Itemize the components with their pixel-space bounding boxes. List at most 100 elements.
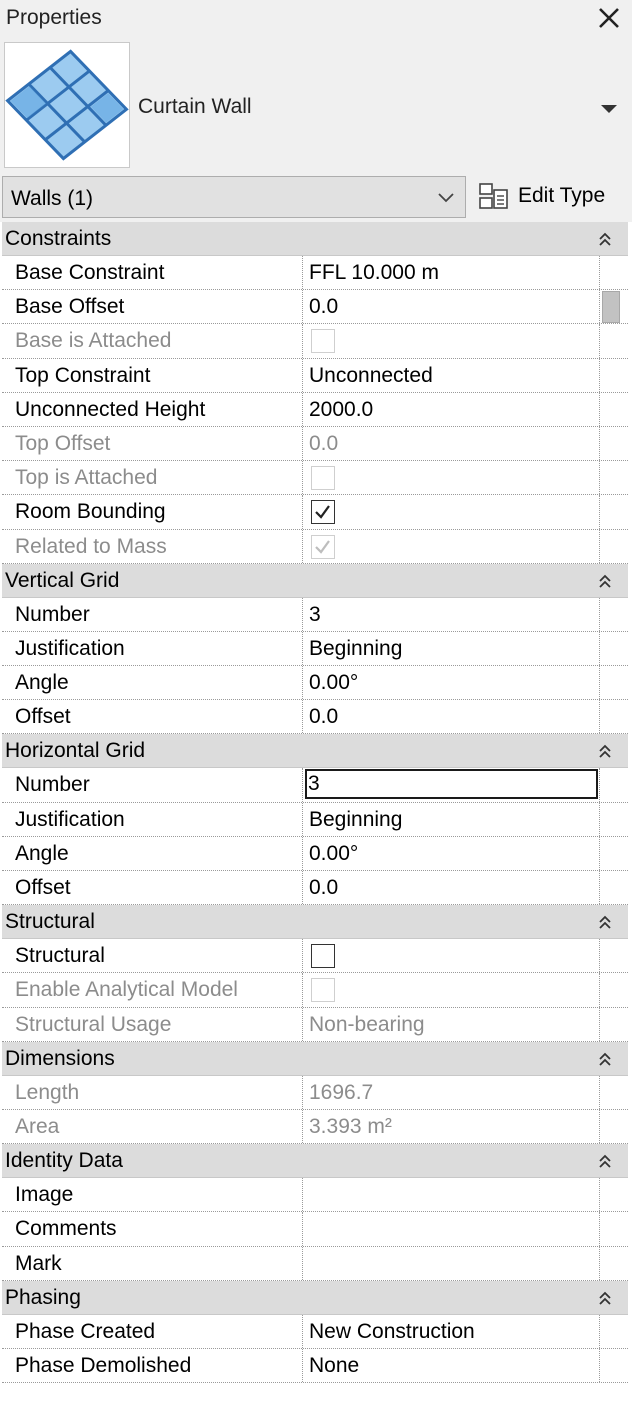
group-label: Identity Data bbox=[5, 1149, 123, 1173]
group-header[interactable]: Constraints bbox=[2, 222, 628, 256]
property-name: Number bbox=[2, 597, 303, 631]
property-value[interactable]: Unconnected bbox=[303, 358, 600, 392]
property-row: Related to Mass bbox=[2, 529, 628, 564]
property-value[interactable]: 0.00° bbox=[303, 836, 600, 870]
properties-grid: Constraints Base Constraint FFL 10.000 m Ba… bbox=[2, 222, 628, 1384]
property-row[interactable]: Angle 0.00° bbox=[2, 666, 628, 701]
checkbox bbox=[311, 978, 335, 1003]
property-row[interactable]: Mark bbox=[2, 1246, 628, 1281]
family-type-name: Curtain Wall bbox=[138, 95, 252, 118]
checkbox[interactable] bbox=[311, 944, 335, 969]
panel-title: Properties bbox=[6, 6, 102, 29]
property-name: Top Offset bbox=[2, 426, 303, 461]
property-row[interactable]: Phase Created New Construction bbox=[2, 1314, 628, 1349]
close-icon[interactable] bbox=[596, 4, 622, 32]
property-value[interactable] bbox=[303, 1246, 600, 1280]
property-name: Phase Demolished bbox=[2, 1348, 303, 1383]
property-value[interactable]: New Construction bbox=[303, 1314, 600, 1348]
property-row: Top is Attached bbox=[2, 461, 628, 496]
property-value bbox=[303, 461, 600, 495]
property-row[interactable]: Number 3 bbox=[2, 597, 628, 632]
group-label: Phasing bbox=[5, 1285, 81, 1309]
category-filter-select[interactable]: Walls (1) bbox=[2, 176, 466, 218]
property-name: Justification bbox=[2, 802, 303, 836]
property-row[interactable]: Number bbox=[2, 768, 628, 803]
group-header[interactable]: Phasing bbox=[2, 1280, 628, 1315]
property-row: Base is Attached bbox=[2, 324, 628, 359]
collapse-chevrons-icon[interactable] bbox=[598, 231, 612, 247]
property-name: Phase Created bbox=[2, 1314, 303, 1348]
group-header[interactable]: Vertical Grid bbox=[2, 563, 628, 598]
property-name: Top is Attached bbox=[2, 461, 303, 495]
number-input[interactable] bbox=[305, 769, 598, 800]
group-header[interactable]: Identity Data bbox=[2, 1144, 628, 1179]
property-name: Angle bbox=[2, 666, 303, 700]
property-value[interactable]: 0.00° bbox=[303, 666, 600, 700]
property-row[interactable]: Structural bbox=[2, 939, 628, 974]
type-dropdown-arrow-icon[interactable] bbox=[600, 102, 618, 114]
property-value[interactable]: 2000.0 bbox=[303, 392, 600, 426]
property-row[interactable]: Image bbox=[2, 1178, 628, 1213]
property-name: Angle bbox=[2, 836, 303, 870]
group-header[interactable]: Horizontal Grid bbox=[2, 734, 628, 769]
property-value: 1696.7 bbox=[303, 1075, 600, 1109]
chevron-down-icon bbox=[437, 191, 455, 205]
properties-scrollbar[interactable] bbox=[600, 255, 626, 1385]
property-name: Justification bbox=[2, 631, 303, 666]
property-value: 0.0 bbox=[303, 426, 600, 461]
property-name: Top Constraint bbox=[2, 358, 303, 392]
property-row[interactable]: Base Offset 0.0 bbox=[2, 290, 628, 325]
property-value bbox=[303, 973, 600, 1007]
property-value[interactable]: None bbox=[303, 1348, 600, 1383]
property-row[interactable]: Justification Beginning bbox=[2, 631, 628, 667]
property-value[interactable]: 0.0 bbox=[303, 290, 600, 324]
group-label: Structural bbox=[5, 910, 95, 934]
checkbox bbox=[311, 329, 335, 354]
group-header[interactable]: Structural bbox=[2, 905, 628, 940]
checkbox bbox=[311, 534, 335, 559]
scrollbar-thumb[interactable] bbox=[602, 291, 620, 323]
property-row[interactable]: Angle 0.00° bbox=[2, 836, 628, 871]
group-label: Constraints bbox=[5, 227, 112, 250]
group-label: Dimensions bbox=[5, 1046, 115, 1070]
edit-type-button[interactable]: Edit Type bbox=[474, 176, 630, 218]
edit-type-label: Edit Type bbox=[518, 184, 606, 207]
property-row[interactable]: Offset 0.0 bbox=[2, 871, 628, 906]
property-name: Room Bounding bbox=[2, 495, 303, 529]
property-value[interactable]: Beginning bbox=[303, 802, 600, 836]
group-label: Vertical Grid bbox=[5, 568, 120, 592]
property-value[interactable]: 0.0 bbox=[303, 700, 600, 734]
property-value[interactable] bbox=[303, 1178, 600, 1212]
property-name: Image bbox=[2, 1178, 303, 1212]
property-row[interactable]: Phase Demolished None bbox=[2, 1348, 628, 1384]
property-value bbox=[303, 529, 600, 563]
property-value[interactable]: Beginning bbox=[303, 631, 600, 666]
properties-titlebar: Properties bbox=[0, 0, 632, 38]
property-row[interactable]: Room Bounding bbox=[2, 495, 628, 530]
property-row[interactable]: Comments bbox=[2, 1212, 628, 1247]
property-value[interactable] bbox=[303, 939, 600, 973]
property-row[interactable]: Offset 0.0 bbox=[2, 700, 628, 735]
property-value[interactable]: 0.0 bbox=[303, 871, 600, 905]
property-name: Number bbox=[2, 768, 303, 802]
property-row: Area 3.393 m² bbox=[2, 1109, 628, 1145]
checkbox bbox=[311, 466, 335, 491]
property-row[interactable]: Unconnected Height 2000.0 bbox=[2, 392, 628, 427]
type-selector[interactable]: Curtain Wall bbox=[0, 38, 632, 172]
property-row[interactable]: Base Constraint FFL 10.000 m bbox=[2, 256, 628, 291]
property-name: Comments bbox=[2, 1212, 303, 1246]
property-value[interactable]: FFL 10.000 m bbox=[303, 256, 600, 290]
property-value[interactable]: 3 bbox=[303, 597, 600, 631]
property-row: Length 1696.7 bbox=[2, 1075, 628, 1110]
property-name: Area bbox=[2, 1109, 303, 1144]
property-row[interactable]: Top Constraint Unconnected bbox=[2, 358, 628, 393]
checkbox[interactable] bbox=[311, 500, 335, 525]
property-value[interactable] bbox=[303, 1212, 600, 1246]
property-row[interactable]: Justification Beginning bbox=[2, 802, 628, 837]
group-header[interactable]: Dimensions bbox=[2, 1041, 628, 1076]
edit-type-icon bbox=[478, 182, 510, 212]
curtain-wall-thumbnail-icon bbox=[4, 42, 130, 168]
property-value[interactable] bbox=[303, 495, 600, 529]
property-value[interactable] bbox=[303, 768, 600, 802]
property-name: Offset bbox=[2, 871, 303, 905]
